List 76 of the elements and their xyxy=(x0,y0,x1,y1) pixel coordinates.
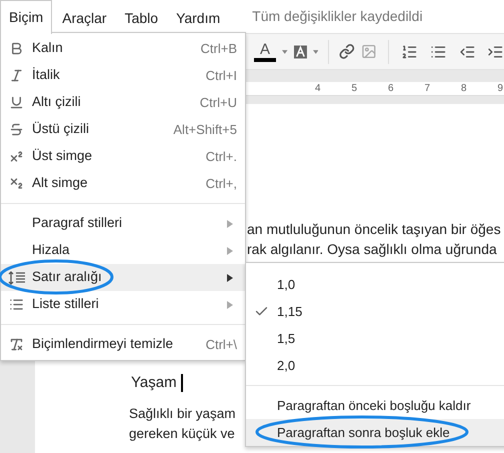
menu-item[interactable]: İtalik Ctrl+I xyxy=(1,62,245,89)
menu-item-label: Alt simge xyxy=(32,174,88,192)
shortcut-text: Ctrl+B xyxy=(200,40,237,58)
menu-item[interactable]: Liste stilleri xyxy=(1,291,245,318)
menu-item[interactable]: Biçimlendirmeyi temizle Ctrl+\ xyxy=(1,331,245,358)
body-text: an mutluluğunun öncelik taşıyan bir öğes xyxy=(247,220,501,239)
menu-item[interactable]: 1,15 xyxy=(246,298,504,325)
highlight-color-icon[interactable] xyxy=(294,44,306,58)
menu-item[interactable]: Paragraftan önceki boşluğu kaldır xyxy=(246,392,504,419)
ruler-number: 5 xyxy=(350,82,358,96)
menu-item-label: Satır aralığı xyxy=(32,268,102,286)
menu-tab[interactable]: Yardım xyxy=(168,4,228,33)
menu-item[interactable]: Üst simge Ctrl+. xyxy=(1,143,245,170)
menu-item[interactable]: 1,0 xyxy=(246,271,504,298)
menu-item[interactable]: 2,0 xyxy=(246,352,504,379)
shortcut-text: Ctrl+\ xyxy=(206,336,237,354)
menu-item-label: İtalik xyxy=(32,66,60,84)
ruler-number: 6 xyxy=(387,82,394,96)
menu-item-label: Paragraftan önceki boşluğu kaldır xyxy=(277,396,471,415)
caret-icon xyxy=(282,50,288,54)
menu-item-label: Üstü çizili xyxy=(32,120,90,138)
menu-item[interactable]: Altı çizili Ctrl+U xyxy=(1,89,245,116)
body-text: Sağlıklı bir yaşam xyxy=(129,405,236,423)
menu-item[interactable]: Paragraf stilleri xyxy=(1,210,245,237)
menu-item[interactable]: Kalın Ctrl+B xyxy=(1,35,245,62)
menu-item-label: 1,0 xyxy=(277,276,296,294)
menu-item[interactable]: Alt simge Ctrl+, xyxy=(1,170,245,197)
text-cursor xyxy=(180,374,183,392)
menu-tab[interactable]: Biçim xyxy=(0,0,52,34)
menu-tab[interactable]: Araçlar xyxy=(54,4,115,33)
shortcut-text: Ctrl+, xyxy=(206,174,237,193)
menu-item-label: Liste stilleri xyxy=(32,295,99,314)
line-spacing-icon xyxy=(8,270,26,284)
submenu-arrow-icon xyxy=(227,300,233,308)
menu-item-label: Biçimlendirmeyi temizle xyxy=(32,335,174,354)
submenu-arrow-icon xyxy=(227,220,233,228)
text-color-button[interactable]: A xyxy=(254,42,276,62)
subscript-icon xyxy=(9,176,24,191)
body-text: rak algılanır. Oysa sağlıklı olma uğrunda xyxy=(247,240,497,259)
menu-item-label: Paragraf stilleri xyxy=(32,214,122,232)
menu-item-label: 1,15 xyxy=(277,302,302,321)
menu-item-label: Kalın xyxy=(32,39,63,58)
ruler-number: 9 xyxy=(496,82,504,96)
list-icon xyxy=(9,297,24,312)
caret-icon xyxy=(312,50,318,54)
menu-item[interactable]: Satır aralığı xyxy=(1,264,245,291)
menu-item-label: Üst simge xyxy=(32,147,92,166)
save-status: Tüm değişiklikler kaydedildi xyxy=(252,7,423,26)
underline-icon xyxy=(9,95,24,110)
heading-text: Yaşam xyxy=(131,373,177,393)
menu-item-label: Hizala xyxy=(32,241,70,260)
clear-formatting-icon xyxy=(9,337,24,352)
menu-item-label: Altı çizili xyxy=(32,93,81,112)
shortcut-text: Ctrl+U xyxy=(200,94,237,112)
menu-item[interactable]: 1,5 xyxy=(246,325,504,352)
submenu-arrow-icon xyxy=(227,246,233,254)
menu-item[interactable]: Hizala xyxy=(1,237,245,264)
superscript-icon xyxy=(9,149,24,164)
ruler-number: 4 xyxy=(314,82,322,96)
menu-item-label: 2,0 xyxy=(277,356,296,375)
italic-icon xyxy=(9,68,24,83)
shortcut-text: Alt+Shift+5 xyxy=(173,120,237,139)
menu-tab[interactable]: Tablo xyxy=(116,4,166,33)
bold-icon xyxy=(9,41,24,56)
shortcut-text: Ctrl+. xyxy=(206,148,237,166)
strikethrough-icon xyxy=(9,122,24,137)
menu-item[interactable]: Üstü çizili Alt+Shift+5 xyxy=(1,116,245,143)
link-icon[interactable] xyxy=(338,43,355,60)
body-text: gereken küçük ve xyxy=(129,425,235,443)
menu-item-label: Paragraftan sonra boşluk ekle xyxy=(277,424,450,442)
ruler-number: 8 xyxy=(460,82,468,96)
shortcut-text: Ctrl+I xyxy=(206,66,237,85)
text-color-letter: A xyxy=(260,42,270,58)
submenu-arrow-icon xyxy=(227,274,233,282)
menu-item-label: 1,5 xyxy=(277,330,296,348)
ruler-number: 7 xyxy=(424,82,431,96)
